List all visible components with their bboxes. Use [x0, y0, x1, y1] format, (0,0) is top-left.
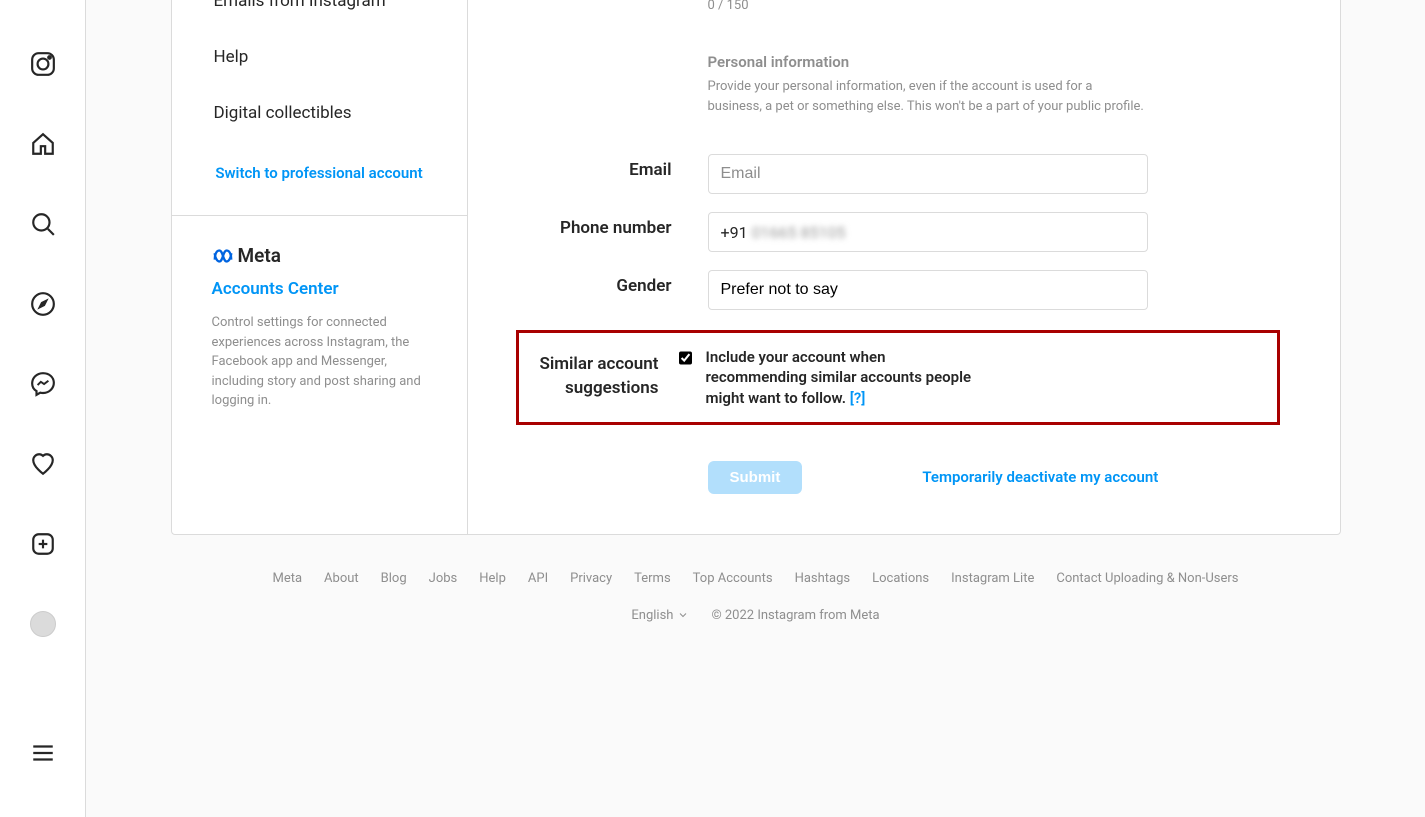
meta-description: Control settings for connected experienc… — [212, 313, 427, 411]
footer-link-instagram-lite[interactable]: Instagram Lite — [951, 571, 1034, 586]
footer-link-about[interactable]: About — [324, 571, 359, 586]
similar-accounts-highlight: Similar account suggestions Include your… — [516, 330, 1280, 425]
submit-button[interactable]: Submit — [708, 461, 803, 494]
chevron-down-icon — [677, 609, 689, 621]
bio-char-count: 0 / 150 — [708, 0, 1148, 13]
meta-brand-text: Meta — [238, 244, 281, 267]
phone-input[interactable]: +91 01665 85105 — [708, 212, 1148, 252]
sidebar-item-help[interactable]: Help — [172, 29, 467, 85]
footer-link-terms[interactable]: Terms — [634, 571, 671, 586]
meta-logo: Meta — [212, 244, 427, 267]
accounts-center-link[interactable]: Accounts Center — [212, 279, 427, 299]
footer-link-contact-uploading[interactable]: Contact Uploading & Non-Users — [1056, 571, 1238, 586]
footer-link-locations[interactable]: Locations — [872, 571, 929, 586]
similar-accounts-check-label: Include your account when recommending s… — [706, 347, 989, 408]
footer-link-privacy[interactable]: Privacy — [570, 571, 612, 586]
main-area: Supervision Login activity Emails from I… — [86, 0, 1425, 817]
language-label: English — [631, 608, 673, 623]
heart-icon[interactable] — [19, 440, 67, 488]
footer-links: Meta About Blog Jobs Help API Privacy Te… — [171, 571, 1341, 586]
similar-accounts-help-link[interactable]: [?] — [850, 389, 866, 407]
footer-link-meta[interactable]: Meta — [272, 571, 302, 586]
settings-panel: Supervision Login activity Emails from I… — [171, 0, 1341, 535]
phone-prefix: +91 — [721, 223, 748, 242]
nav-rail — [0, 0, 86, 817]
footer-link-top-accounts[interactable]: Top Accounts — [693, 571, 773, 586]
explore-icon[interactable] — [19, 280, 67, 328]
personal-info-desc: Provide your personal information, even … — [708, 77, 1148, 116]
profile-avatar[interactable] — [19, 600, 67, 648]
settings-content: app and edit your profile to change the … — [468, 0, 1340, 534]
email-label: Email — [528, 154, 708, 194]
gender-input[interactable] — [708, 270, 1148, 310]
deactivate-account-link[interactable]: Temporarily deactivate my account — [922, 468, 1158, 486]
footer-link-api[interactable]: API — [528, 571, 548, 586]
footer-link-hashtags[interactable]: Hashtags — [795, 571, 851, 586]
create-icon[interactable] — [19, 520, 67, 568]
messenger-icon[interactable] — [19, 360, 67, 408]
footer-link-help[interactable]: Help — [479, 571, 506, 586]
gender-label: Gender — [528, 270, 708, 310]
search-icon[interactable] — [19, 200, 67, 248]
home-icon[interactable] — [19, 120, 67, 168]
settings-sidebar: Supervision Login activity Emails from I… — [172, 0, 468, 534]
copyright-text: © 2022 Instagram from Meta — [711, 608, 879, 623]
instagram-logo-icon[interactable] — [19, 40, 67, 88]
footer: Meta About Blog Jobs Help API Privacy Te… — [171, 535, 1341, 683]
sidebar-item-digital-collectibles[interactable]: Digital collectibles — [172, 85, 467, 141]
switch-professional-link[interactable]: Switch to professional account — [172, 141, 467, 215]
footer-link-blog[interactable]: Blog — [381, 571, 407, 586]
personal-info-heading: Personal information — [708, 53, 1148, 71]
bio-label: Bio — [528, 0, 708, 136]
similar-accounts-checkbox[interactable] — [679, 349, 692, 367]
meta-accounts-box: Meta Accounts Center Control settings fo… — [172, 215, 467, 451]
language-select[interactable]: English — [631, 608, 689, 623]
hamburger-menu-icon[interactable] — [19, 729, 67, 777]
phone-blurred-value: 01665 85105 — [752, 223, 846, 242]
similar-accounts-label: Similar account suggestions — [529, 347, 679, 408]
email-input[interactable] — [708, 154, 1148, 194]
phone-label: Phone number — [528, 212, 708, 252]
footer-link-jobs[interactable]: Jobs — [429, 571, 458, 586]
sidebar-item-emails[interactable]: Emails from Instagram — [172, 0, 467, 29]
